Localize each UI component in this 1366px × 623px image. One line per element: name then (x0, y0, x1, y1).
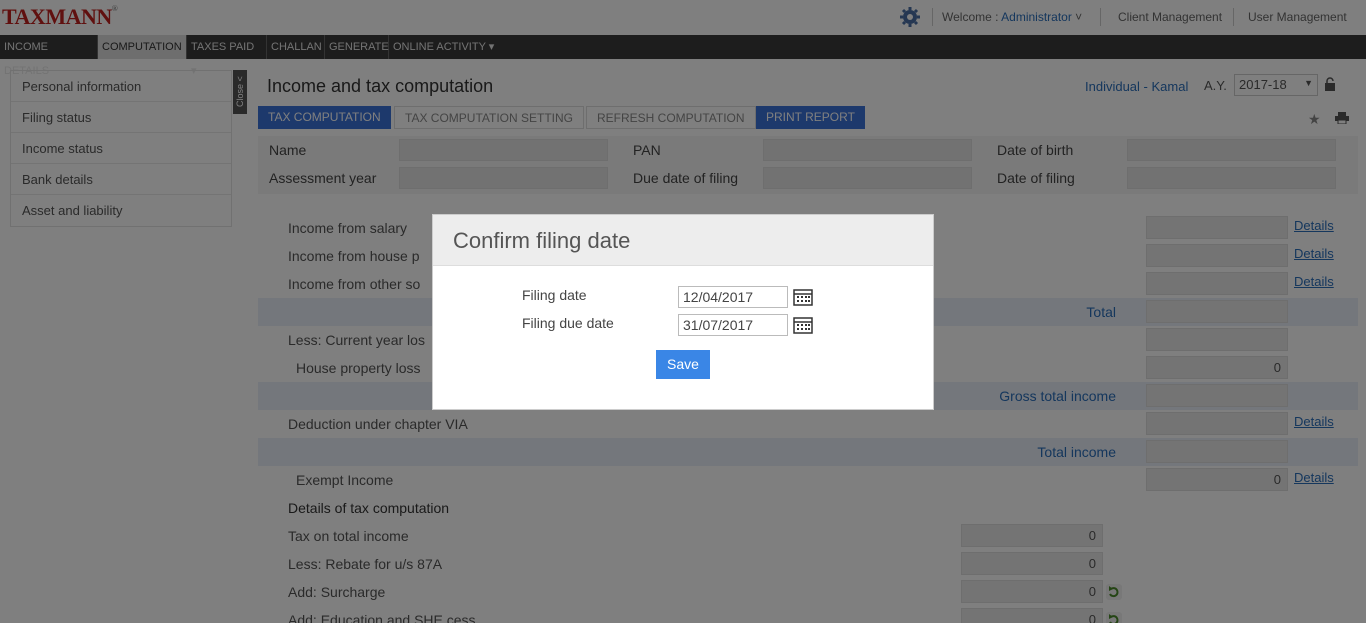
filing-due-date-label: Filing due date (522, 315, 614, 331)
filing-date-input[interactable] (678, 286, 788, 308)
save-button[interactable]: Save (656, 350, 710, 379)
calendar-icon[interactable] (793, 288, 813, 306)
filing-date-label: Filing date (522, 287, 587, 303)
filing-due-date-input[interactable] (678, 314, 788, 336)
calendar-icon[interactable] (793, 316, 813, 334)
confirm-filing-date-dialog: Confirm filing date Filing date Filing d… (432, 214, 934, 410)
dialog-title: Confirm filing date (433, 215, 933, 266)
